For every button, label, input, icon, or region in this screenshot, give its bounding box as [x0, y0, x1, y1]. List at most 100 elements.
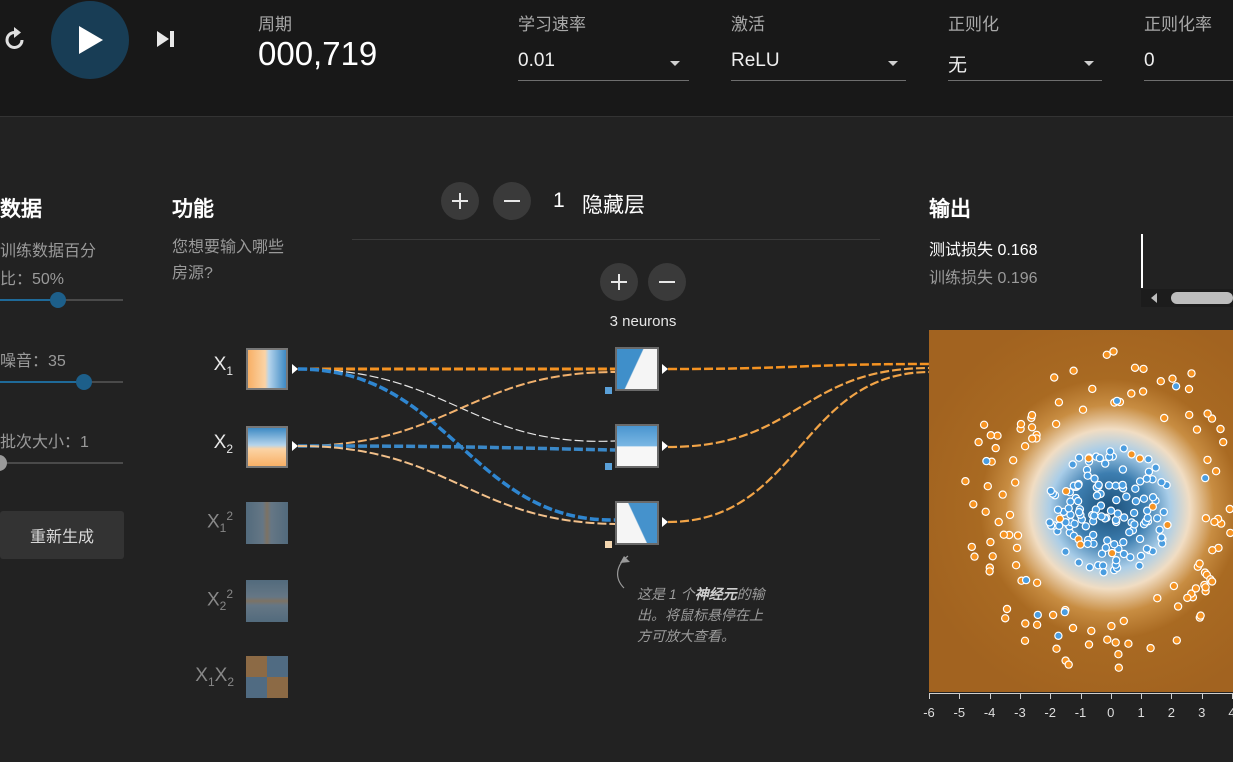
- data-point: [986, 430, 996, 440]
- data-point: [1183, 593, 1192, 603]
- data-point: [1129, 508, 1139, 518]
- hidden-neuron-2[interactable]: [615, 424, 659, 468]
- data-point: [1107, 621, 1116, 631]
- data-point: [1226, 528, 1233, 538]
- loss-sparkline: [1141, 234, 1143, 288]
- chevron-left-icon[interactable]: [1151, 293, 1157, 303]
- data-point: [1083, 471, 1092, 480]
- data-point: [1142, 474, 1151, 483]
- data-point: [1210, 517, 1219, 527]
- data-point: [1073, 496, 1083, 506]
- data-point: [1139, 364, 1148, 374]
- data-point: [1185, 410, 1194, 420]
- data-point: [1060, 607, 1069, 617]
- bias-n1[interactable]: [605, 387, 612, 394]
- data-point: [999, 530, 1009, 539]
- data-point: [1002, 604, 1012, 614]
- x-tick-label: 3: [1198, 705, 1206, 720]
- link-x1-n3[interactable]: [297, 367, 616, 522]
- data-point: [1130, 520, 1139, 529]
- link-n3-output[interactable]: [667, 370, 931, 524]
- data-point: [1219, 437, 1228, 447]
- data-point: [1119, 444, 1128, 453]
- bias-n3[interactable]: [605, 541, 612, 548]
- data-point: [974, 437, 983, 447]
- scrollbar-thumb[interactable]: [1171, 292, 1233, 304]
- data-point: [1100, 459, 1110, 468]
- data-point: [1104, 481, 1114, 490]
- data-point: [1085, 563, 1094, 572]
- data-point: [1151, 463, 1160, 472]
- data-point: [1106, 506, 1116, 515]
- data-point: [998, 490, 1007, 499]
- x-tick-mark: [1080, 694, 1082, 699]
- link-x1-n2[interactable]: [297, 368, 616, 442]
- output-arrow-icon: [662, 364, 668, 374]
- data-point: [1118, 465, 1128, 474]
- train-loss-value: 0.196: [997, 270, 1038, 287]
- output-arrow-icon: [662, 517, 668, 527]
- data-point: [1103, 635, 1112, 644]
- hidden-neuron-1[interactable]: [615, 347, 659, 391]
- data-point: [1098, 561, 1108, 570]
- data-point: [1089, 511, 1099, 520]
- test-loss-value: 0.168: [997, 242, 1038, 259]
- data-point: [1027, 423, 1037, 432]
- data-point: [1000, 614, 1010, 623]
- train-loss-label: 训练损失: [929, 270, 994, 287]
- data-point: [1125, 527, 1134, 537]
- data-point: [1011, 560, 1021, 570]
- link-x2-n2[interactable]: [297, 444, 616, 452]
- data-point: [1012, 543, 1022, 553]
- x-tick-label: -2: [1044, 705, 1056, 720]
- data-point: [1201, 473, 1210, 483]
- data-point: [1103, 536, 1112, 545]
- data-point: [1135, 561, 1144, 570]
- data-point: [981, 507, 990, 516]
- data-point: [1109, 539, 1119, 549]
- data-point: [1139, 494, 1149, 503]
- data-point: [1142, 544, 1152, 553]
- data-point: [1196, 611, 1205, 620]
- annotation-prefix: 这是 1 个: [637, 586, 695, 602]
- data-point: [1005, 510, 1015, 520]
- x-tick-mark: [989, 694, 991, 699]
- hidden-neuron-3[interactable]: [615, 501, 659, 545]
- data-point: [1208, 545, 1217, 555]
- data-point: [993, 431, 1002, 440]
- horizontal-scrollbar[interactable]: [1141, 289, 1233, 307]
- heatmap-svg: [929, 330, 1233, 692]
- data-point: [1203, 455, 1212, 465]
- link-x2-n3[interactable]: [297, 445, 616, 525]
- data-point: [1021, 619, 1030, 628]
- data-point: [1135, 534, 1145, 544]
- data-point: [1146, 643, 1155, 653]
- x-tick-mark: [1019, 694, 1021, 699]
- data-point: [1148, 502, 1157, 511]
- data-point: [1070, 519, 1079, 528]
- output-heatmap[interactable]: [929, 330, 1233, 692]
- data-point: [1119, 537, 1128, 547]
- data-point: [1201, 583, 1210, 592]
- data-point: [1008, 456, 1018, 465]
- data-point: [1171, 382, 1181, 391]
- data-point: [1016, 419, 1026, 429]
- data-point: [1052, 644, 1061, 653]
- data-point: [1155, 525, 1164, 534]
- link-n1-output[interactable]: [667, 362, 931, 371]
- link-n2-output[interactable]: [667, 366, 931, 449]
- data-point: [1101, 543, 1110, 552]
- data-point: [1126, 553, 1135, 562]
- data-point: [1061, 547, 1070, 556]
- data-point: [1152, 514, 1162, 523]
- data-point: [1109, 347, 1118, 356]
- x-tick-label: -3: [1014, 705, 1026, 720]
- link-x2-n1[interactable]: [297, 371, 616, 447]
- data-point: [994, 517, 1003, 527]
- data-point: [991, 443, 1000, 453]
- data-point: [1225, 504, 1233, 514]
- data-point: [1049, 373, 1059, 382]
- data-point: [1064, 504, 1073, 513]
- data-point: [1068, 623, 1078, 633]
- bias-n2[interactable]: [605, 463, 612, 470]
